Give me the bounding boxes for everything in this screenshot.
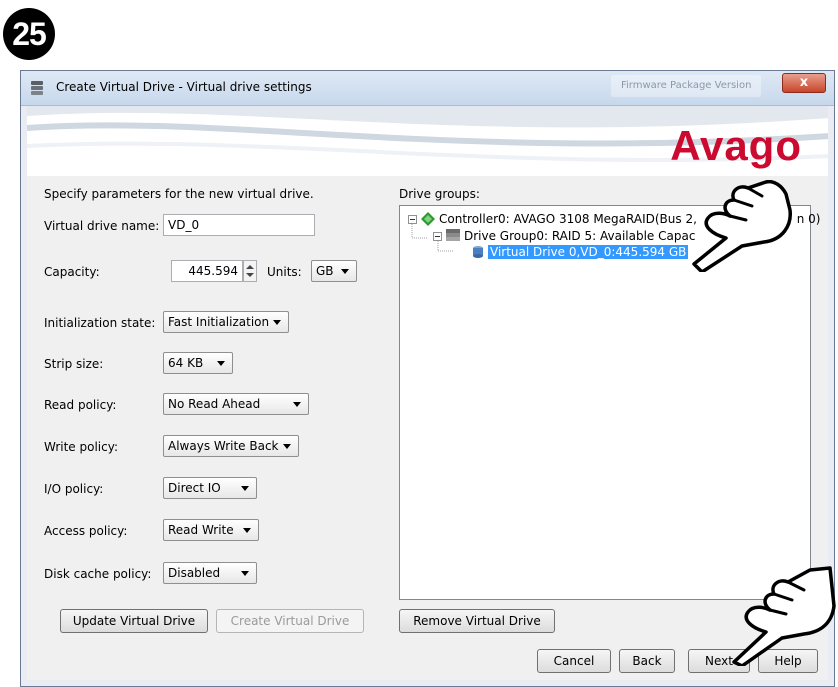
pointing-hand-icon: [692, 180, 792, 272]
step-number-badge: 25: [0, 0, 60, 60]
virtual-drive-label: Virtual Drive 0,VD_0:445.594 GB: [488, 245, 689, 259]
init-state-value: Fast Initialization: [168, 315, 270, 329]
controller-icon: [421, 212, 435, 226]
read-policy-label: Read policy:: [44, 398, 117, 412]
chevron-down-icon: [283, 444, 291, 449]
chevron-down-icon: [241, 571, 249, 576]
disk-cache-value: Disabled: [168, 566, 221, 580]
collapse-icon[interactable]: [408, 215, 417, 224]
chevron-down-icon: [293, 402, 301, 407]
spinner-up-icon[interactable]: [246, 265, 254, 269]
drive-group-label: Drive Group0: RAID 5: Available Capac: [464, 229, 696, 243]
brand-logo: Avago: [670, 122, 802, 169]
remove-virtual-drive-button[interactable]: Remove Virtual Drive: [399, 609, 555, 633]
write-policy-label: Write policy:: [44, 440, 118, 454]
brand-banner: Avago: [27, 106, 828, 177]
disk-cache-dropdown[interactable]: Disabled: [163, 562, 257, 584]
controller-label-tail: n 0): [796, 212, 821, 226]
init-state-label: Initialization state:: [44, 316, 156, 330]
access-policy-label: Access policy:: [44, 524, 128, 538]
database-icon: [31, 81, 43, 95]
capacity-spinner[interactable]: [243, 260, 257, 282]
chevron-down-icon: [273, 320, 281, 325]
virtual-drive-icon: [473, 246, 483, 258]
disk-cache-label: Disk cache policy:: [44, 567, 152, 581]
read-policy-dropdown[interactable]: No Read Ahead: [163, 393, 309, 415]
pointing-hand-icon: [732, 566, 836, 666]
background-window-tab: Firmware Package Version: [611, 75, 761, 97]
drive-group-icon: [446, 229, 460, 241]
access-policy-value: Read Write: [168, 523, 234, 537]
update-virtual-drive-button[interactable]: Update Virtual Drive: [60, 609, 208, 633]
chevron-down-icon: [243, 528, 251, 533]
back-button[interactable]: Back: [619, 649, 675, 673]
close-button[interactable]: x: [782, 73, 826, 93]
strip-size-label: Strip size:: [44, 357, 104, 371]
read-policy-value: No Read Ahead: [168, 397, 261, 411]
window-title: Create Virtual Drive - Virtual drive set…: [56, 80, 312, 94]
collapse-icon[interactable]: [433, 232, 442, 241]
strip-size-value: 64 KB: [168, 356, 204, 370]
io-policy-label: I/O policy:: [44, 482, 104, 496]
chevron-down-icon: [217, 361, 225, 366]
cancel-button[interactable]: Cancel: [537, 649, 611, 673]
write-policy-dropdown[interactable]: Always Write Back: [163, 435, 299, 457]
capacity-label: Capacity:: [44, 265, 100, 279]
controller-label: Controller0: AVAGO 3108 MegaRAID(Bus 2,: [439, 212, 697, 226]
step-number: 25: [12, 16, 47, 52]
form-heading: Specify parameters for the new virtual d…: [44, 187, 314, 201]
init-state-dropdown[interactable]: Fast Initialization: [163, 311, 289, 333]
strip-size-dropdown[interactable]: 64 KB: [163, 352, 233, 374]
spinner-down-icon[interactable]: [246, 273, 254, 277]
capacity-field[interactable]: 445.594: [171, 260, 243, 282]
chevron-down-icon: [241, 486, 249, 491]
tree-item-virtual-drive[interactable]: Virtual Drive 0,VD_0:445.594 GB: [488, 245, 689, 259]
io-policy-dropdown[interactable]: Direct IO: [163, 477, 257, 499]
units-value: GB: [316, 264, 334, 278]
dialog-window: Create Virtual Drive - Virtual drive set…: [20, 70, 835, 687]
access-policy-dropdown[interactable]: Read Write: [163, 519, 259, 541]
units-label: Units:: [267, 265, 302, 279]
units-dropdown[interactable]: GB: [311, 260, 357, 282]
name-label: Virtual drive name:: [44, 219, 160, 233]
write-policy-value: Always Write Back: [168, 439, 279, 453]
chevron-down-icon: [341, 269, 349, 274]
drive-groups-heading: Drive groups:: [399, 187, 480, 201]
title-bar[interactable]: Create Virtual Drive - Virtual drive set…: [21, 71, 834, 106]
io-policy-value: Direct IO: [168, 481, 221, 495]
virtual-drive-name-field[interactable]: VD_0: [163, 214, 315, 236]
create-virtual-drive-button[interactable]: Create Virtual Drive: [216, 609, 364, 633]
